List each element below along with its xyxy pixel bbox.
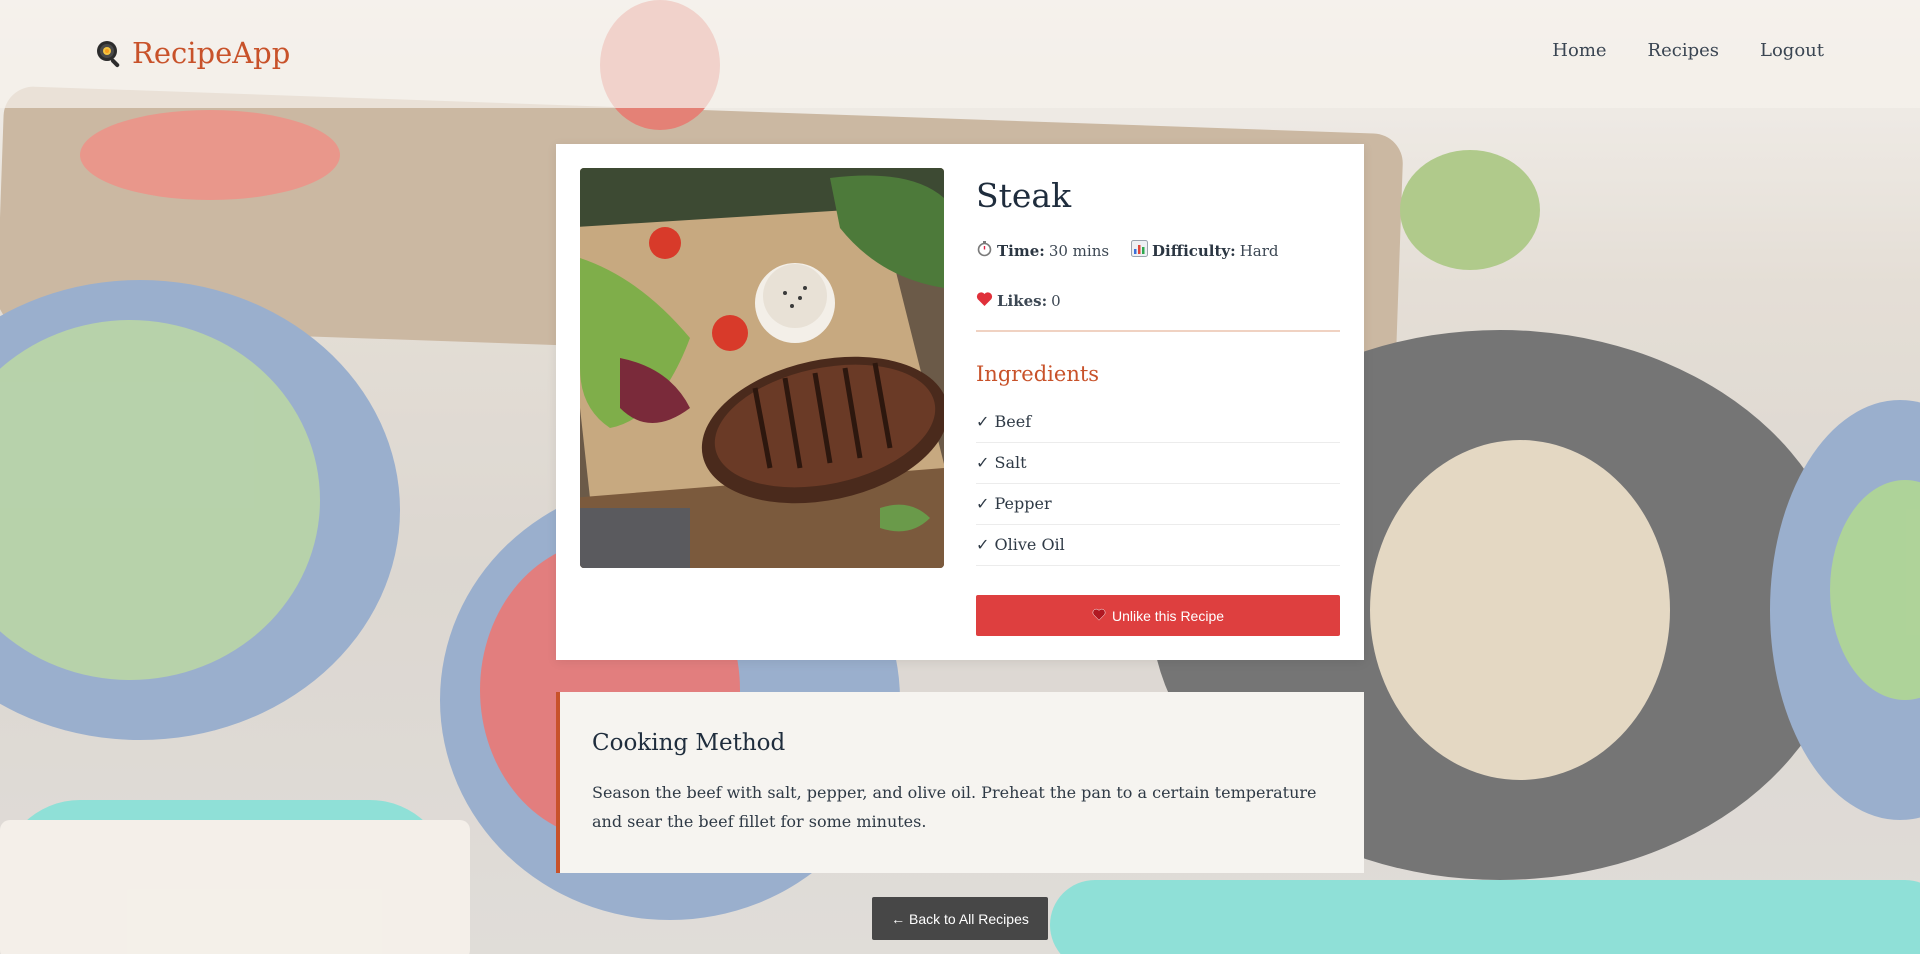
ingredient-item: ✓ Pepper [976, 484, 1340, 525]
unlike-recipe-button[interactable]: Unlike this Recipe [976, 595, 1340, 636]
divider [976, 329, 1340, 332]
nav-logout[interactable]: Logout [1760, 40, 1824, 61]
ingredients-list: ✓ Beef ✓ Salt ✓ Pepper ✓ Olive Oil [976, 402, 1340, 566]
stopwatch-icon [976, 240, 993, 261]
steak-photo [580, 168, 944, 568]
ingredient-item: ✓ Olive Oil [976, 525, 1340, 566]
likes-label: Likes: [997, 291, 1048, 310]
ingredients-heading: Ingredients [976, 361, 1100, 386]
recipe-meta: Time: 30 mins Difficulty: Hard [976, 240, 1340, 262]
nav-recipes[interactable]: Recipes [1648, 40, 1719, 61]
frying-pan-icon [94, 38, 124, 68]
cooking-method-section: Cooking Method Season the beef with salt… [556, 692, 1364, 873]
brand-name: RecipeApp [132, 36, 291, 70]
heart-icon [1092, 608, 1106, 624]
brand-logo[interactable]: RecipeApp [94, 34, 290, 72]
bar-chart-icon [1131, 240, 1149, 261]
cooking-method-text: Season the beef with salt, pepper, and o… [592, 783, 1317, 831]
nav-home[interactable]: Home [1552, 40, 1606, 61]
likes-info: Likes: 0 [976, 290, 1340, 312]
difficulty-info: Difficulty: Hard [1131, 240, 1278, 261]
back-to-recipes-button[interactable]: ← Back to All Recipes [872, 897, 1048, 940]
main-nav: Home Recipes Logout [1552, 40, 1824, 61]
recipe-title: Steak [976, 176, 1072, 215]
ingredient-item: ✓ Beef [976, 402, 1340, 443]
recipe-card: Steak Time: 30 mins Difficulty: Hard Lik… [556, 144, 1364, 660]
time-label: Time: [997, 241, 1045, 260]
difficulty-value: Hard [1239, 241, 1279, 260]
unlike-button-label: Unlike this Recipe [1111, 607, 1225, 624]
likes-count: 0 [1051, 291, 1061, 310]
site-header: RecipeApp Home Recipes Logout [0, 0, 1920, 108]
cooking-method-heading: Cooking Method [592, 730, 786, 756]
recipe-info: Steak Time: 30 mins Difficulty: Hard Lik… [976, 176, 1340, 566]
time-info: Time: 30 mins [976, 240, 1109, 261]
heart-icon [976, 291, 993, 311]
ingredient-item: ✓ Salt [976, 443, 1340, 484]
time-value: 30 mins [1048, 241, 1110, 260]
difficulty-label: Difficulty: [1152, 241, 1236, 260]
